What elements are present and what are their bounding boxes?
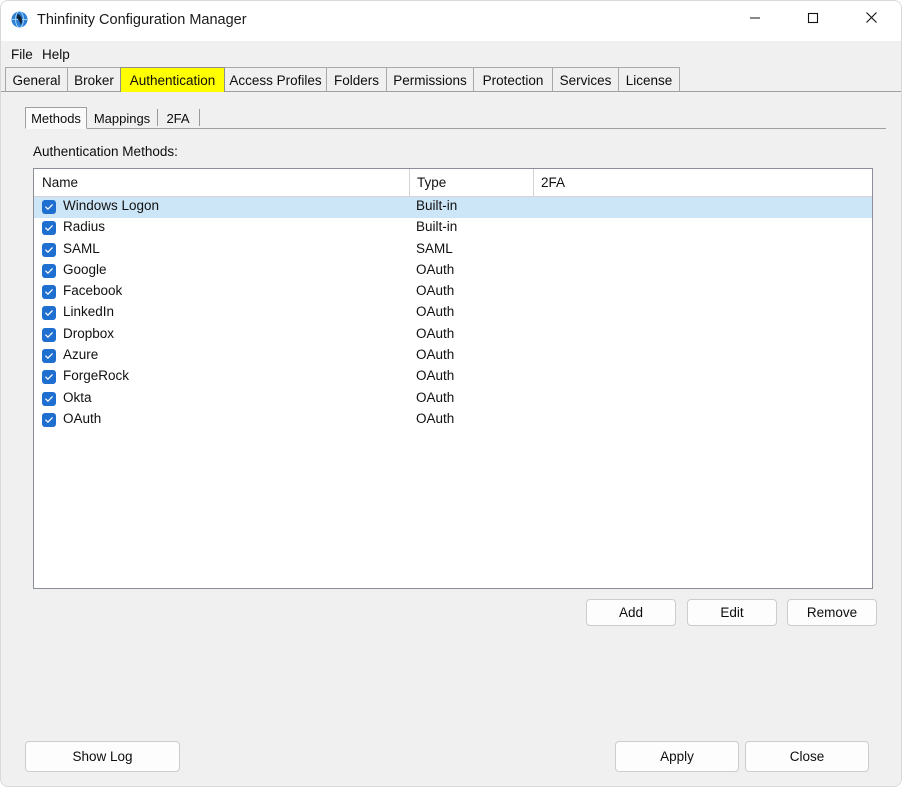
column-header-name[interactable]: Name	[34, 169, 409, 196]
cell-type: OAuth	[416, 261, 455, 277]
menu-item-help[interactable]: Help	[38, 46, 74, 63]
list-header: Name Type 2FA	[34, 169, 872, 197]
cell-name: LinkedIn	[63, 304, 115, 320]
row-checkbox-checked-icon[interactable]	[42, 327, 56, 342]
menu-bar: File Help	[1, 43, 901, 67]
subtab-mappings[interactable]: Mappings	[89, 107, 155, 129]
row-checkbox-checked-icon[interactable]	[42, 370, 56, 385]
table-row[interactable]: SAML SAML	[34, 240, 872, 261]
list-rows: Windows Logon Built-in Radius Built-in SAML S…	[34, 197, 872, 431]
window-title: Thinfinity Configuration Manager	[37, 12, 247, 28]
column-header-twofa[interactable]: 2FA	[533, 169, 872, 196]
globe-icon	[10, 10, 30, 30]
subtab-separator	[199, 109, 200, 126]
cell-name: Windows Logon	[63, 198, 160, 213]
table-row[interactable]: Radius Built-in	[34, 218, 872, 239]
tab-permissions[interactable]: Permissions	[386, 67, 474, 92]
minimize-icon[interactable]	[732, 1, 778, 34]
apply-button[interactable]: Apply	[615, 741, 739, 772]
add-button[interactable]: Add	[586, 599, 676, 626]
cell-name: OAuth	[63, 410, 102, 426]
cell-name: SAML	[63, 240, 100, 256]
column-header-type[interactable]: Type	[409, 169, 533, 196]
cell-name: Radius	[63, 219, 106, 235]
cell-type: Built-in	[416, 219, 458, 235]
row-checkbox-checked-icon[interactable]	[42, 391, 56, 406]
cell-type: OAuth	[416, 389, 455, 405]
close-button[interactable]: Close	[745, 741, 869, 772]
table-row[interactable]: Google OAuth	[34, 261, 872, 282]
remove-button[interactable]: Remove	[787, 599, 877, 626]
cell-name: Facebook	[63, 283, 123, 299]
subtab-separator	[157, 109, 158, 126]
table-row[interactable]: ForgeRock OAuth	[34, 367, 872, 388]
row-checkbox-checked-icon[interactable]	[42, 349, 56, 364]
footer-bar: Show Log Apply Close	[1, 732, 901, 786]
row-checkbox-checked-icon[interactable]	[42, 285, 56, 300]
tab-authentication[interactable]: Authentication	[120, 67, 225, 92]
tab-access-profiles[interactable]: Access Profiles	[224, 67, 327, 92]
menu-item-file[interactable]: File	[7, 46, 37, 63]
row-checkbox-checked-icon[interactable]	[42, 221, 56, 236]
cell-type: Built-in	[416, 198, 458, 213]
cell-name: Dropbox	[63, 325, 115, 341]
subtab-2fa[interactable]: 2FA	[161, 107, 195, 129]
table-row[interactable]: OAuth OAuth	[34, 410, 872, 431]
cell-type: OAuth	[416, 325, 455, 341]
cell-name: Azure	[63, 347, 99, 363]
sub-tab-underline	[25, 128, 886, 129]
close-icon[interactable]	[848, 1, 894, 34]
row-checkbox-checked-icon[interactable]	[42, 263, 56, 278]
table-row[interactable]: Okta OAuth	[34, 389, 872, 410]
row-checkbox-checked-icon[interactable]	[42, 200, 56, 214]
application-window: Thinfinity Configuration Manager File He…	[0, 0, 902, 787]
table-row[interactable]: LinkedIn OAuth	[34, 303, 872, 324]
subtab-methods[interactable]: Methods	[25, 107, 87, 129]
cell-type: OAuth	[416, 410, 455, 426]
cell-type: OAuth	[416, 347, 455, 363]
tab-protection[interactable]: Protection	[473, 67, 553, 92]
title-bar: Thinfinity Configuration Manager	[1, 1, 901, 41]
table-row[interactable]: Azure OAuth	[34, 346, 872, 367]
authentication-methods-label: Authentication Methods:	[33, 144, 178, 159]
column-divider[interactable]	[409, 169, 410, 196]
row-checkbox-checked-icon[interactable]	[42, 306, 56, 321]
tab-general[interactable]: General	[5, 67, 68, 92]
main-tab-bar: General Broker Authentication Access Profil…	[1, 67, 901, 92]
tab-folders[interactable]: Folders	[326, 67, 387, 92]
cell-type: OAuth	[416, 368, 455, 384]
show-log-button[interactable]: Show Log	[25, 741, 180, 772]
tab-services[interactable]: Services	[552, 67, 619, 92]
cell-name: ForgeRock	[63, 368, 130, 384]
cell-type: SAML	[416, 240, 453, 256]
row-checkbox-checked-icon[interactable]	[42, 242, 56, 257]
row-checkbox-checked-icon[interactable]	[42, 412, 56, 427]
cell-name: Okta	[63, 389, 92, 405]
cell-type: OAuth	[416, 283, 455, 299]
table-row[interactable]: Dropbox OAuth	[34, 325, 872, 346]
cell-type: OAuth	[416, 304, 455, 320]
maximize-icon[interactable]	[790, 1, 836, 34]
column-divider[interactable]	[533, 169, 534, 196]
authentication-methods-list[interactable]: Name Type 2FA Windows Logon Built-in Radius B…	[33, 168, 873, 589]
tab-content-panel: Methods Mappings 2FA Authentication Method…	[1, 92, 901, 781]
edit-button[interactable]: Edit	[687, 599, 777, 626]
table-row[interactable]: Facebook OAuth	[34, 282, 872, 303]
tab-broker[interactable]: Broker	[67, 67, 121, 92]
table-row[interactable]: Windows Logon Built-in	[34, 197, 872, 219]
tab-license[interactable]: License	[618, 67, 680, 92]
cell-name: Google	[63, 261, 107, 277]
